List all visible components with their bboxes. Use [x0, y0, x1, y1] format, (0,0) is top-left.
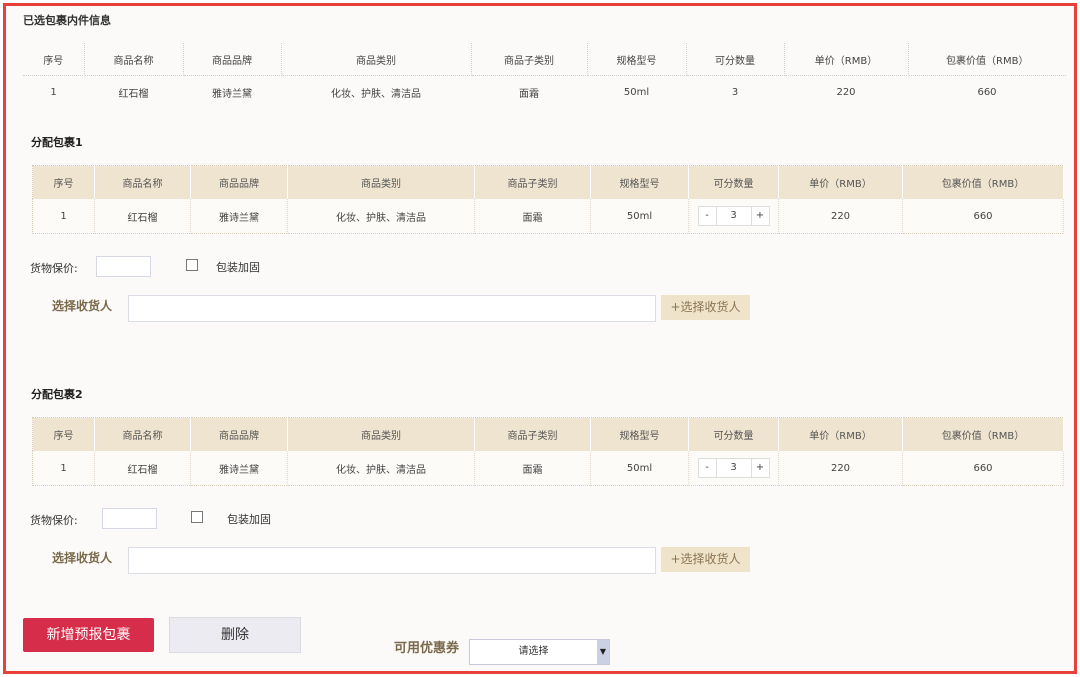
- cell-name: 红石榴: [94, 451, 191, 486]
- col-header-index: 序号: [32, 417, 95, 451]
- col-header-spec: 规格型号: [590, 417, 689, 451]
- increment-button[interactable]: +: [752, 207, 769, 225]
- insure-label: 货物保价:: [30, 262, 78, 275]
- cell-qty: - 3 +: [688, 199, 779, 234]
- table-row: 1 红石榴 雅诗兰黛 化妆、护肤、清洁品 面霜 50ml - 3 + 220 6…: [32, 451, 1064, 486]
- col-header-unit-price: 单价（RMB）: [778, 165, 903, 199]
- col-header-spec: 规格型号: [590, 165, 689, 199]
- col-header-category: 商品类别: [287, 417, 475, 451]
- delete-button[interactable]: 删除: [169, 617, 301, 653]
- receiver-input[interactable]: [128, 295, 656, 322]
- cell-name: 红石榴: [118, 89, 149, 100]
- quantity-stepper: - 3 +: [697, 458, 770, 478]
- cell-index: 1: [50, 87, 57, 98]
- col-header-category: 商品类别: [281, 43, 472, 76]
- insure-value-input[interactable]: [96, 256, 151, 277]
- cell-unit-price: 220: [778, 199, 903, 234]
- table-row: 1 红石榴 雅诗兰黛 化妆、护肤、清洁品 面霜 50ml - 3 + 220 6…: [32, 199, 1064, 234]
- receiver-label: 选择收货人: [52, 299, 113, 313]
- select-receiver-button[interactable]: +选择收货人: [661, 295, 750, 320]
- col-header-name: 商品名称: [84, 43, 184, 76]
- increment-button[interactable]: +: [752, 459, 769, 477]
- col-header-category: 商品类别: [287, 165, 475, 199]
- insure-label: 货物保价:: [30, 514, 78, 527]
- col-header-unit-price: 单价（RMB）: [784, 43, 909, 76]
- cell-value: 660: [977, 87, 997, 98]
- cell-brand: 雅诗兰黛: [190, 451, 288, 486]
- table-header-row: 序号 商品名称 商品品牌 商品类别 商品子类别 规格型号 可分数量 单价（RMB…: [23, 43, 1066, 76]
- cell-subcategory: 面霜: [519, 89, 539, 100]
- cell-spec: 50ml: [623, 87, 650, 98]
- cell-qty: 3: [731, 87, 739, 98]
- table-row: 1 红石榴 雅诗兰黛 化妆、护肤、清洁品 面霜 50ml 3 220 660: [23, 76, 1066, 110]
- col-header-value: 包裹价值（RMB）: [902, 165, 1064, 199]
- col-header-qty: 可分数量: [688, 417, 779, 451]
- cell-brand: 雅诗兰黛: [190, 199, 288, 234]
- cell-subcategory: 面霜: [474, 451, 591, 486]
- col-header-qty: 可分数量: [688, 165, 779, 199]
- receiver-input[interactable]: [128, 547, 656, 574]
- parcel-1-title: 分配包裹1: [31, 136, 83, 149]
- cell-subcategory: 面霜: [474, 199, 591, 234]
- selected-items-title: 已选包裹内件信息: [23, 14, 111, 27]
- col-header-name: 商品名称: [94, 417, 191, 451]
- coupon-selected-value: 请选择: [518, 646, 549, 657]
- col-header-value: 包裹价值（RMB）: [908, 43, 1066, 76]
- table-header-row: 序号 商品名称 商品品牌 商品类别 商品子类别 规格型号 可分数量 单价（RMB…: [32, 417, 1064, 451]
- col-header-index: 序号: [23, 43, 85, 76]
- parcel-2-table: 序号 商品名称 商品品牌 商品类别 商品子类别 规格型号 可分数量 单价（RMB…: [32, 417, 1064, 486]
- table-header-row: 序号 商品名称 商品品牌 商品类别 商品子类别 规格型号 可分数量 单价（RMB…: [32, 165, 1064, 199]
- col-header-brand: 商品品牌: [183, 43, 282, 76]
- col-header-qty: 可分数量: [686, 43, 785, 76]
- receiver-label: 选择收货人: [52, 551, 113, 565]
- reinforce-checkbox[interactable]: [191, 511, 203, 523]
- col-header-index: 序号: [32, 165, 95, 199]
- reinforce-label: 包装加固: [216, 261, 260, 274]
- cell-brand: 雅诗兰黛: [212, 89, 252, 100]
- quantity-value[interactable]: 3: [715, 459, 752, 477]
- col-header-subcategory: 商品子类别: [474, 165, 591, 199]
- parcel-1-table: 序号 商品名称 商品品牌 商品类别 商品子类别 规格型号 可分数量 单价（RMB…: [32, 165, 1064, 234]
- quantity-stepper: - 3 +: [697, 206, 770, 226]
- cell-spec: 50ml: [590, 199, 689, 234]
- coupon-select[interactable]: 请选择 ▼: [469, 639, 610, 665]
- reinforce-checkbox[interactable]: [186, 259, 198, 271]
- col-header-unit-price: 单价（RMB）: [778, 417, 903, 451]
- cell-category: 化妆、护肤、清洁品: [331, 89, 421, 100]
- cell-index: 1: [32, 199, 95, 234]
- cell-unit-price: 220: [778, 451, 903, 486]
- col-header-name: 商品名称: [94, 165, 191, 199]
- cell-index: 1: [32, 451, 95, 486]
- cell-value: 660: [902, 451, 1064, 486]
- insure-value-input[interactable]: [102, 508, 157, 529]
- select-receiver-button[interactable]: +选择收货人: [661, 547, 750, 572]
- parcel-2-title: 分配包裹2: [31, 388, 83, 401]
- cell-name: 红石榴: [94, 199, 191, 234]
- cell-value: 660: [902, 199, 1064, 234]
- col-header-spec: 规格型号: [587, 43, 687, 76]
- cell-spec: 50ml: [590, 451, 689, 486]
- decrement-button[interactable]: -: [699, 459, 716, 477]
- col-header-value: 包裹价值（RMB）: [902, 417, 1064, 451]
- cell-category: 化妆、护肤、清洁品: [287, 451, 475, 486]
- selected-items-table: 序号 商品名称 商品品牌 商品类别 商品子类别 规格型号 可分数量 单价（RMB…: [23, 43, 1066, 109]
- chevron-down-icon[interactable]: ▼: [597, 640, 609, 664]
- cell-qty: - 3 +: [688, 451, 779, 486]
- quantity-value[interactable]: 3: [715, 207, 752, 225]
- add-parcel-button[interactable]: 新增预报包裹: [23, 618, 154, 652]
- cell-category: 化妆、护肤、清洁品: [287, 199, 475, 234]
- col-header-subcategory: 商品子类别: [471, 43, 588, 76]
- decrement-button[interactable]: -: [699, 207, 716, 225]
- coupon-label: 可用优惠券: [394, 641, 460, 656]
- col-header-brand: 商品品牌: [190, 417, 288, 451]
- cell-unit-price: 220: [836, 87, 856, 98]
- col-header-subcategory: 商品子类别: [474, 417, 591, 451]
- col-header-brand: 商品品牌: [190, 165, 288, 199]
- reinforce-label: 包装加固: [227, 513, 271, 526]
